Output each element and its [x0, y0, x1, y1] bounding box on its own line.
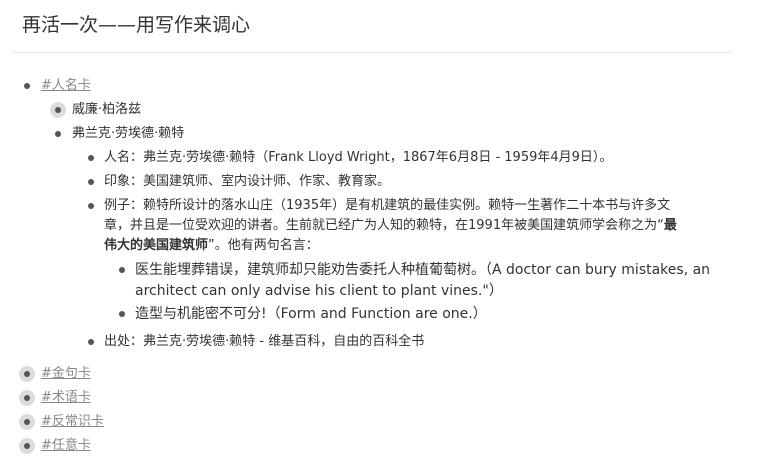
- person-item-wright[interactable]: 弗兰克·劳埃德·赖特: [72, 124, 184, 144]
- detail-example-line2: 章，并且是一位受欢迎的讲者。生前就已经广为人知的赖特，在1991年被美国建筑师学…: [104, 216, 677, 236]
- bullet-dot-icon[interactable]: [114, 262, 130, 278]
- page-title: 再活一次——用写作来调心: [22, 14, 251, 36]
- bullet-dot-icon[interactable]: [50, 126, 66, 142]
- detail-source: 出处：弗兰克·劳埃德·赖特 - 维基百科，自由的百科全书: [104, 334, 425, 349]
- detail-impression: 印象：美国建筑师、室内设计师、作家、教育家。: [104, 174, 391, 189]
- bullet-dot-icon[interactable]: [83, 174, 99, 190]
- bullet-dot-icon[interactable]: [114, 306, 130, 322]
- detail-example-line1: 例子：赖特所设计的落水山庄（1935年）是有机建筑的最佳实例。赖特一生著作二十本…: [104, 198, 671, 213]
- tag-term-card[interactable]: #术语卡: [41, 388, 91, 408]
- bullet-dot-icon[interactable]: [83, 150, 99, 166]
- tag-quote-card[interactable]: #金句卡: [41, 364, 91, 384]
- example-line3-text: ”。他有两句名言：: [208, 238, 319, 253]
- tag-quote-card-label[interactable]: #金句卡: [41, 366, 91, 381]
- detail-name: 人名：弗兰克·劳埃德·赖特（Frank Lloyd Wright，1867年6月…: [104, 150, 613, 165]
- bullet-dot-icon[interactable]: [19, 78, 35, 94]
- tag-person-card-label[interactable]: #人名卡: [41, 78, 91, 93]
- quote-1-line1: 医生能埋葬错误，建筑师却只能劝告委托人种植葡萄树。（A doctor can b…: [135, 262, 711, 278]
- collapsed-bullet-icon[interactable]: [19, 366, 35, 382]
- tag-any-card[interactable]: #任意卡: [41, 436, 91, 456]
- quote-1-line2: architect can only advise his client to …: [135, 283, 503, 299]
- tag-counterintuitive-card[interactable]: #反常识卡: [41, 412, 104, 432]
- person-item-burroughs[interactable]: 威廉·柏洛兹: [72, 100, 141, 120]
- title-divider: [12, 52, 732, 53]
- quote-2: 造型与机能密不可分!（Form and Function are one.）: [135, 306, 487, 322]
- tag-any-card-label[interactable]: #任意卡: [41, 438, 91, 453]
- tag-counterintuitive-card-label[interactable]: #反常识卡: [41, 414, 104, 429]
- bullet-dot-icon[interactable]: [83, 198, 99, 214]
- example-bold-a: 最: [663, 218, 677, 233]
- example-bold-b: 伟大的美国建筑师: [104, 238, 209, 253]
- collapsed-bullet-icon[interactable]: [19, 414, 35, 430]
- tag-person-card[interactable]: #人名卡: [41, 76, 91, 96]
- collapsed-bullet-icon[interactable]: [50, 102, 66, 118]
- collapsed-bullet-icon[interactable]: [19, 438, 35, 454]
- detail-example-line3: 伟大的美国建筑师”。他有两句名言：: [104, 236, 319, 256]
- bullet-dot-icon[interactable]: [83, 334, 99, 350]
- tag-term-card-label[interactable]: #术语卡: [41, 390, 91, 405]
- example-line2-text: 章，并且是一位受欢迎的讲者。生前就已经广为人知的赖特，在1991年被美国建筑师学…: [104, 218, 664, 233]
- collapsed-bullet-icon[interactable]: [19, 390, 35, 406]
